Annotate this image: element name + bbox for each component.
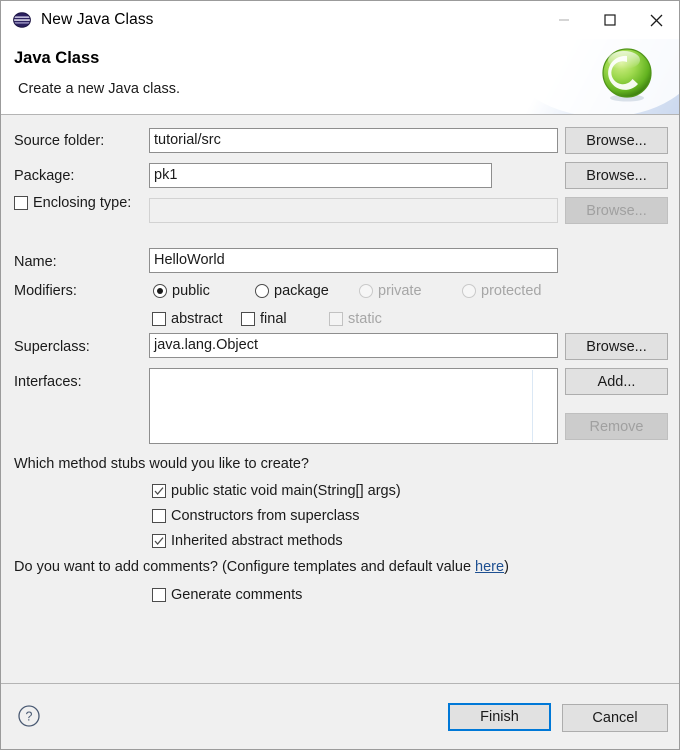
window-controls bbox=[541, 1, 679, 39]
minimize-button[interactable] bbox=[541, 1, 587, 39]
checkbox-box bbox=[152, 509, 166, 523]
interfaces-add-button[interactable]: Add... bbox=[565, 368, 668, 395]
modifier-radio-public[interactable]: public bbox=[153, 283, 210, 299]
checkbox-box bbox=[329, 312, 343, 326]
enclosing-type-checkbox-box bbox=[14, 196, 28, 210]
source-folder-browse-button[interactable]: Browse... bbox=[565, 127, 668, 154]
finish-button[interactable]: Finish bbox=[448, 703, 551, 731]
modifier-checkbox-abstract-label: abstract bbox=[171, 311, 223, 327]
page-subtitle: Create a new Java class. bbox=[18, 81, 180, 97]
help-icon[interactable]: ? bbox=[17, 704, 41, 728]
close-button[interactable] bbox=[633, 1, 679, 39]
name-label: Name: bbox=[14, 254, 57, 270]
stub-checkbox-inherited-abstract[interactable]: Inherited abstract methods bbox=[152, 533, 343, 549]
modifier-radio-package[interactable]: package bbox=[255, 283, 329, 299]
modifier-radio-private-label: private bbox=[378, 283, 422, 299]
window-title: New Java Class bbox=[41, 11, 154, 28]
modifier-checkbox-static-label: static bbox=[348, 311, 382, 327]
source-folder-input[interactable]: tutorial/src bbox=[149, 128, 558, 153]
comments-question-prefix: Do you want to add comments? (Configure … bbox=[14, 559, 476, 575]
stub-checkbox-main-method-label: public static void main(String[] args) bbox=[171, 483, 401, 499]
page-title: Java Class bbox=[14, 49, 100, 67]
radio-box bbox=[255, 284, 269, 298]
modifier-radio-protected: protected bbox=[462, 283, 541, 299]
modifier-radio-protected-label: protected bbox=[481, 283, 542, 299]
modifier-checkbox-final-label: final bbox=[260, 311, 287, 327]
stub-checkbox-inherited-abstract-label: Inherited abstract methods bbox=[171, 533, 343, 549]
generate-comments-label: Generate comments bbox=[171, 587, 303, 603]
interfaces-remove-button: Remove bbox=[565, 413, 668, 440]
wizard-banner: Java Class Create a new Java class. bbox=[1, 39, 679, 115]
superclass-label: Superclass: bbox=[14, 339, 90, 355]
package-label: Package: bbox=[14, 168, 75, 184]
interfaces-list-scrollbar[interactable] bbox=[532, 370, 533, 442]
checkbox-box bbox=[152, 484, 166, 498]
superclass-browse-button[interactable]: Browse... bbox=[565, 333, 668, 360]
dialog-footer: ? Finish Cancel bbox=[1, 683, 679, 749]
radio-box bbox=[359, 284, 373, 298]
modifier-checkbox-static: static bbox=[329, 311, 382, 327]
superclass-input[interactable]: java.lang.Object bbox=[149, 333, 558, 358]
radio-box bbox=[462, 284, 476, 298]
enclosing-type-input bbox=[149, 198, 558, 223]
comments-question: Do you want to add comments? (Configure … bbox=[14, 559, 509, 575]
stub-checkbox-constructors-label: Constructors from superclass bbox=[171, 508, 360, 524]
stub-checkbox-constructors[interactable]: Constructors from superclass bbox=[152, 508, 360, 524]
package-browse-button[interactable]: Browse... bbox=[565, 162, 668, 189]
comments-question-suffix: ) bbox=[504, 559, 509, 575]
name-input[interactable]: HelloWorld bbox=[149, 248, 558, 273]
interfaces-list[interactable] bbox=[149, 368, 558, 444]
source-folder-label: Source folder: bbox=[14, 133, 105, 149]
java-class-logo-icon bbox=[598, 46, 656, 104]
modifier-radio-public-label: public bbox=[172, 283, 210, 299]
eclipse-logo-icon bbox=[12, 10, 32, 30]
banner-artwork bbox=[499, 39, 679, 114]
radio-box bbox=[153, 284, 167, 298]
checkbox-box bbox=[152, 534, 166, 548]
title-bar: New Java Class bbox=[1, 1, 679, 39]
enclosing-type-browse-button: Browse... bbox=[565, 197, 668, 224]
enclosing-type-label: Enclosing type: bbox=[33, 195, 132, 211]
svg-text:?: ? bbox=[26, 710, 33, 724]
package-input[interactable]: pk1 bbox=[149, 163, 492, 188]
modifier-checkbox-abstract[interactable]: abstract bbox=[152, 311, 223, 327]
modifiers-label: Modifiers: bbox=[14, 283, 77, 299]
modifier-radio-package-label: package bbox=[274, 283, 329, 299]
checkbox-box bbox=[152, 312, 166, 326]
interfaces-label: Interfaces: bbox=[14, 374, 82, 390]
new-java-class-dialog: New Java Class Java Class Create a new J… bbox=[0, 0, 680, 750]
modifier-radio-private: private bbox=[359, 283, 422, 299]
cancel-button[interactable]: Cancel bbox=[562, 704, 668, 732]
dialog-body: Source folder: tutorial/src Browse... Pa… bbox=[1, 115, 679, 683]
stub-checkbox-main-method[interactable]: public static void main(String[] args) bbox=[152, 483, 401, 499]
maximize-button[interactable] bbox=[587, 1, 633, 39]
modifier-checkbox-final[interactable]: final bbox=[241, 311, 287, 327]
checkbox-box bbox=[152, 588, 166, 602]
generate-comments-checkbox[interactable]: Generate comments bbox=[152, 587, 302, 603]
configure-templates-link[interactable]: here bbox=[475, 559, 504, 575]
method-stubs-question: Which method stubs would you like to cre… bbox=[14, 456, 309, 472]
checkbox-box bbox=[241, 312, 255, 326]
enclosing-type-checkbox[interactable]: Enclosing type: bbox=[14, 195, 131, 211]
